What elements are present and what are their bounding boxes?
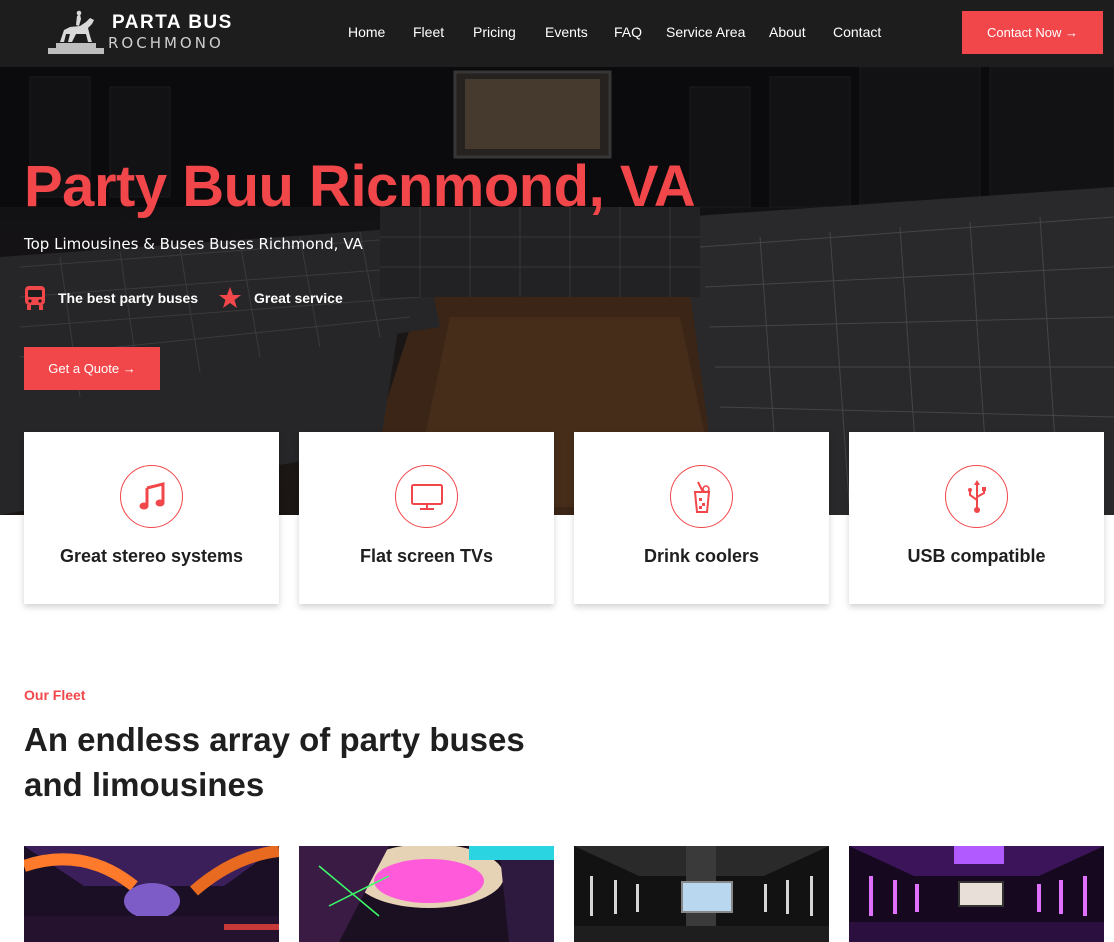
nav-about[interactable]: About <box>769 24 806 40</box>
fleet-photo-image <box>849 846 1104 942</box>
brand-name-bottom: ROCHMONO <box>108 34 224 52</box>
amenity-card-coolers: Drink coolers <box>574 432 829 604</box>
nav-fleet[interactable]: Fleet <box>413 24 444 40</box>
amenity-label: Drink coolers <box>643 546 760 566</box>
monitor-icon <box>410 483 443 510</box>
fleet-thumbnail-1[interactable] <box>24 846 279 942</box>
nav-pricing[interactable]: Pricing <box>473 24 516 40</box>
nav-home[interactable]: Home <box>348 24 385 40</box>
nav-events[interactable]: Events <box>545 24 588 40</box>
amenity-label: USB compatible <box>907 546 1046 566</box>
hero-feature-label: The best party buses <box>58 290 199 306</box>
fleet-thumbnail-2[interactable] <box>299 846 554 942</box>
usb-icon <box>967 479 986 513</box>
get-a-quote-button[interactable]: Get a Quote → <box>24 347 160 390</box>
fleet-photo-image <box>574 846 829 942</box>
amenity-card-usb: USB compatible <box>849 432 1104 604</box>
nav-faq[interactable]: FAQ <box>614 24 642 40</box>
fleet-section-title: An endless array of party buses and limo… <box>24 721 525 803</box>
amenity-label: Great stereo systems <box>59 546 244 566</box>
amenity-card-stereo: Great stereo systems <box>24 432 279 604</box>
hero-feature-best-buses: The best party buses <box>24 284 198 312</box>
fleet-thumbnail-3[interactable] <box>574 846 829 942</box>
amenity-label: Flat screen TVs <box>359 546 494 566</box>
brand-logo[interactable]: PARTA BUS ROCHMONO <box>46 10 236 56</box>
fleet-photo-image <box>299 846 554 942</box>
amenity-card-tvs: Flat screen TVs <box>299 432 554 604</box>
amenity-icon-ring <box>945 465 1008 528</box>
amenity-icon-ring <box>395 465 458 528</box>
star-icon <box>219 287 241 308</box>
bus-icon <box>25 286 45 310</box>
hero-feature-label: Great service <box>254 290 343 306</box>
hero-title: Party Buu Ricnmond, VA <box>24 154 696 219</box>
amenity-icon-ring <box>120 465 183 528</box>
fleet-thumbnail-4[interactable] <box>849 846 1104 942</box>
fleet-section-kicker: Our Fleet <box>24 687 86 703</box>
fleet-photo-image <box>24 846 279 942</box>
top-navigation: PARTA BUS ROCHMONO Home Fleet Pricing Ev… <box>0 0 1114 67</box>
contact-now-button[interactable]: Contact Now → <box>962 11 1103 54</box>
hero-subtitle: Top Limousines & Buses Buses Richmond, V… <box>24 235 363 253</box>
hero-feature-great-service: Great service <box>218 284 343 312</box>
nav-service-area[interactable]: Service Area <box>666 24 745 40</box>
nav-contact[interactable]: Contact <box>833 24 881 40</box>
amenity-icon-ring <box>670 465 733 528</box>
brand-name-top: PARTA BUS <box>112 12 233 33</box>
horse-statue-icon <box>48 10 104 54</box>
music-note-icon <box>139 481 164 509</box>
drink-glass-icon <box>693 481 710 513</box>
